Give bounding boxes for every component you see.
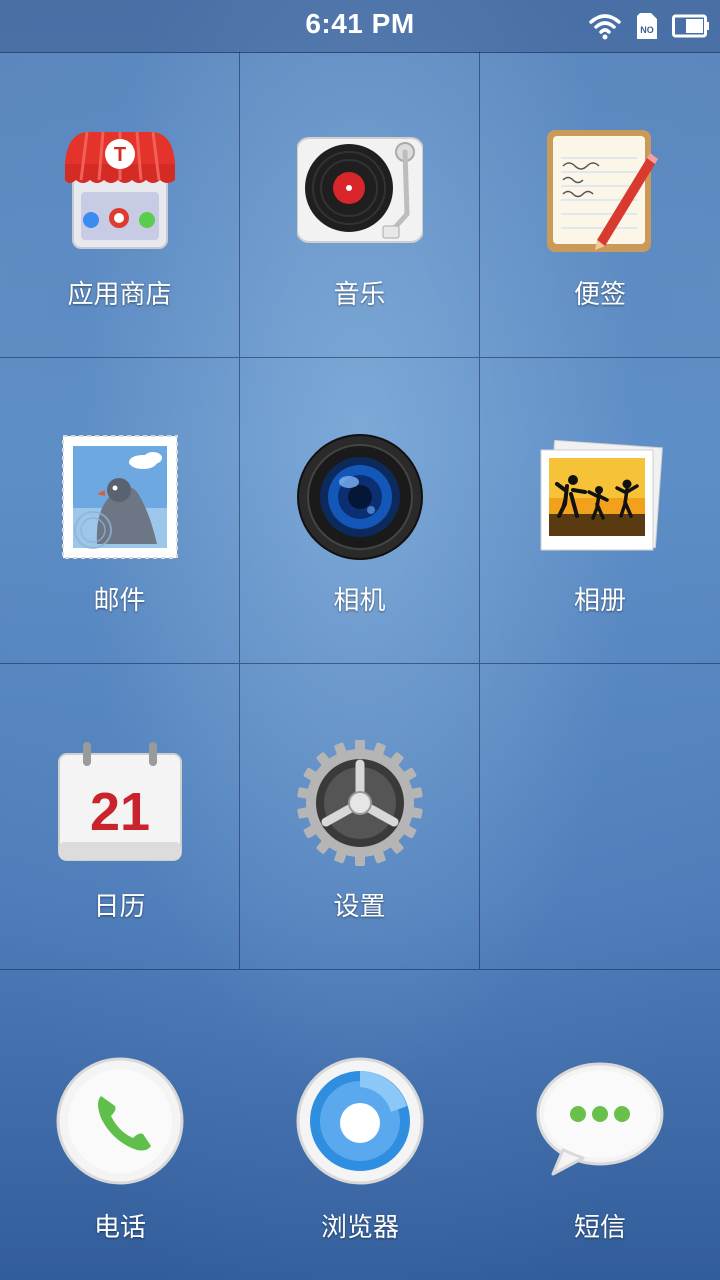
app-tile-calendar[interactable]: 21 日历	[0, 664, 240, 970]
app-label: 便签	[573, 280, 626, 310]
calendar-day: 21	[90, 782, 150, 842]
dock-item-messages[interactable]: 短信	[480, 972, 720, 1280]
sim-card-icon: NO	[637, 13, 657, 39]
music-turntable-icon	[297, 137, 423, 243]
dock: 电话 浏览器 短信	[0, 972, 720, 1280]
phone-icon	[56, 1057, 184, 1185]
app-tile-music[interactable]: 音乐	[240, 52, 480, 358]
svg-text:T: T	[114, 144, 126, 166]
status-bar: 6:41 PM NO	[0, 0, 720, 53]
dock-label: 短信	[573, 1213, 626, 1243]
dock-label: 浏览器	[320, 1213, 399, 1243]
app-label: 日历	[93, 892, 146, 922]
app-tile-app-store[interactable]: T 应用商店	[0, 52, 240, 358]
app-store-icon: T	[65, 131, 175, 249]
dock-label: 电话	[93, 1213, 146, 1243]
empty-tile	[480, 664, 720, 970]
notes-icon	[547, 130, 658, 252]
messages-icon	[536, 1062, 664, 1176]
app-label: 音乐	[333, 280, 386, 310]
dock-item-browser[interactable]: 浏览器	[240, 972, 480, 1280]
app-label: 邮件	[93, 586, 146, 616]
sim-label: NO	[640, 25, 654, 35]
mail-stamp-icon	[62, 435, 178, 559]
app-tile-mail[interactable]: 邮件	[0, 358, 240, 664]
battery-icon	[672, 14, 709, 38]
status-icons: NO	[588, 10, 710, 42]
photo-album-icon	[540, 439, 663, 551]
app-tile-camera[interactable]: 相机	[240, 358, 480, 664]
camera-lens-icon	[297, 434, 423, 560]
app-label: 相机	[333, 586, 386, 616]
app-tile-settings[interactable]: 设置	[240, 664, 480, 970]
dock-item-phone[interactable]: 电话	[0, 972, 240, 1280]
app-tile-photos[interactable]: 相册	[480, 358, 720, 664]
app-tile-notes[interactable]: 便签	[480, 52, 720, 358]
wifi-icon	[589, 14, 621, 40]
calendar-icon: 21	[58, 742, 182, 861]
settings-gear-icon	[297, 740, 423, 866]
app-label: 相册	[573, 586, 626, 616]
app-label: 应用商店	[67, 280, 172, 310]
browser-icon	[296, 1057, 424, 1185]
app-label: 设置	[333, 892, 386, 922]
app-grid: T 应用商店 音乐 便签 邮件 相机 相册 21 日历 设置	[0, 52, 720, 972]
